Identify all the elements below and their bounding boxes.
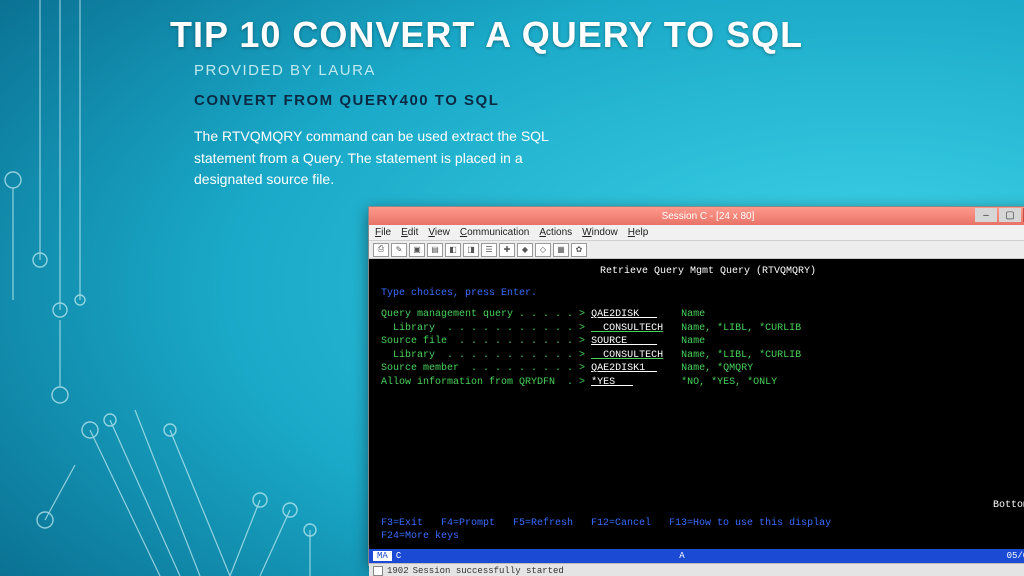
menu-help[interactable]: Help [628,227,649,238]
field-row: Source file . . . . . . . . . . > SOURCE… [381,335,1024,349]
toolbar: ⎙ ✎ ▣ ▤ ◧ ◨ ☰ ✚ ◆ ◇ ▦ ✿ [369,241,1024,259]
status-bar-outer: 1902 Session successfully started [369,563,1024,576]
field-help: Name, *QMQRY [681,363,753,374]
toolbar-button[interactable]: ▤ [427,243,443,257]
provided-by: PROVIDED BY LAURA [194,62,376,79]
field-value[interactable]: CONSULTECH [591,350,663,361]
toolbar-button[interactable]: ▦ [553,243,569,257]
screen-bottom-indicator: Bottom [381,499,1024,513]
screen-title: Retrieve Query Mgmt Query (RTVQMQRY) [381,265,1024,279]
status-a: A [675,551,688,561]
window-titlebar[interactable]: Session C - [24 x 80] – ▢ × [369,207,1024,225]
toolbar-button[interactable]: ◇ [535,243,551,257]
field-label: Source member . . . . . . . . . > [381,363,585,374]
menu-view[interactable]: View [428,227,450,238]
field-row: Allow information from QRYDFN . > *YES *… [381,376,1024,390]
field-help: Name [681,309,705,320]
field-label: Allow information from QRYDFN . > [381,377,585,388]
slide-body: The RTVQMQRY command can be used extract… [194,126,574,191]
function-keys: F3=Exit F4=Prompt F5=Refresh F12=Cancel … [381,517,1024,544]
field-value[interactable]: SOURCE [591,336,657,347]
minimize-button[interactable]: – [975,208,997,222]
menu-file[interactable]: File [375,227,391,238]
toolbar-button[interactable]: ◆ [517,243,533,257]
field-value[interactable]: *YES [591,377,633,388]
menubar: File Edit View Communication Actions Win… [369,225,1024,241]
field-row: Source member . . . . . . . . . > QAE2DI… [381,362,1024,376]
status-bar-inner: MA C A 05/037 [369,549,1024,563]
status-ma: MA [373,551,392,561]
maximize-button[interactable]: ▢ [999,208,1021,222]
toolbar-button[interactable]: ▣ [409,243,425,257]
status-pos: 05/037 [1003,551,1024,561]
field-row: Library . . . . . . . . . . . > CONSULTE… [381,349,1024,363]
status-code: 1902 [387,566,409,576]
field-help: Name [681,336,705,347]
menu-communication[interactable]: Communication [460,227,530,238]
toolbar-button[interactable]: ◨ [463,243,479,257]
toolbar-button[interactable]: ✚ [499,243,515,257]
field-value[interactable]: QAE2DISK1 [591,363,657,374]
field-help: Name, *LIBL, *CURLIB [681,323,801,334]
field-help: Name, *LIBL, *CURLIB [681,350,801,361]
field-label: Library . . . . . . . . . . . > [381,323,585,334]
field-label: Library . . . . . . . . . . . > [381,350,585,361]
menu-window[interactable]: Window [582,227,618,238]
status-indicator-icon [373,566,383,576]
slide-title: TIP 10 CONVERT A QUERY TO SQL [170,14,803,56]
menu-actions[interactable]: Actions [539,227,572,238]
status-c: C [392,551,405,561]
field-row: Library . . . . . . . . . . . > CONSULTE… [381,322,1024,336]
field-value[interactable]: QAE2DISK [591,309,657,320]
field-help: *NO, *YES, *ONLY [681,377,777,388]
field-label: Source file . . . . . . . . . . > [381,336,585,347]
toolbar-button[interactable]: ✎ [391,243,407,257]
terminal-window: Session C - [24 x 80] – ▢ × File Edit Vi… [368,206,1024,566]
toolbar-button[interactable]: ☰ [481,243,497,257]
toolbar-button[interactable]: ◧ [445,243,461,257]
slide-subheading: CONVERT FROM QUERY400 TO SQL [194,92,499,109]
menu-edit[interactable]: Edit [401,227,418,238]
toolbar-button[interactable]: ✿ [571,243,587,257]
screen-prompt: Type choices, press Enter. [381,287,1024,301]
field-value[interactable]: CONSULTECH [591,323,663,334]
toolbar-button[interactable]: ⎙ [373,243,389,257]
field-label: Query management query . . . . . > [381,309,585,320]
terminal-screen[interactable]: Retrieve Query Mgmt Query (RTVQMQRY) Typ… [369,259,1024,549]
status-message: Session successfully started [413,566,564,576]
window-title: Session C - [24 x 80] [662,211,755,222]
field-row: Query management query . . . . . > QAE2D… [381,308,1024,322]
